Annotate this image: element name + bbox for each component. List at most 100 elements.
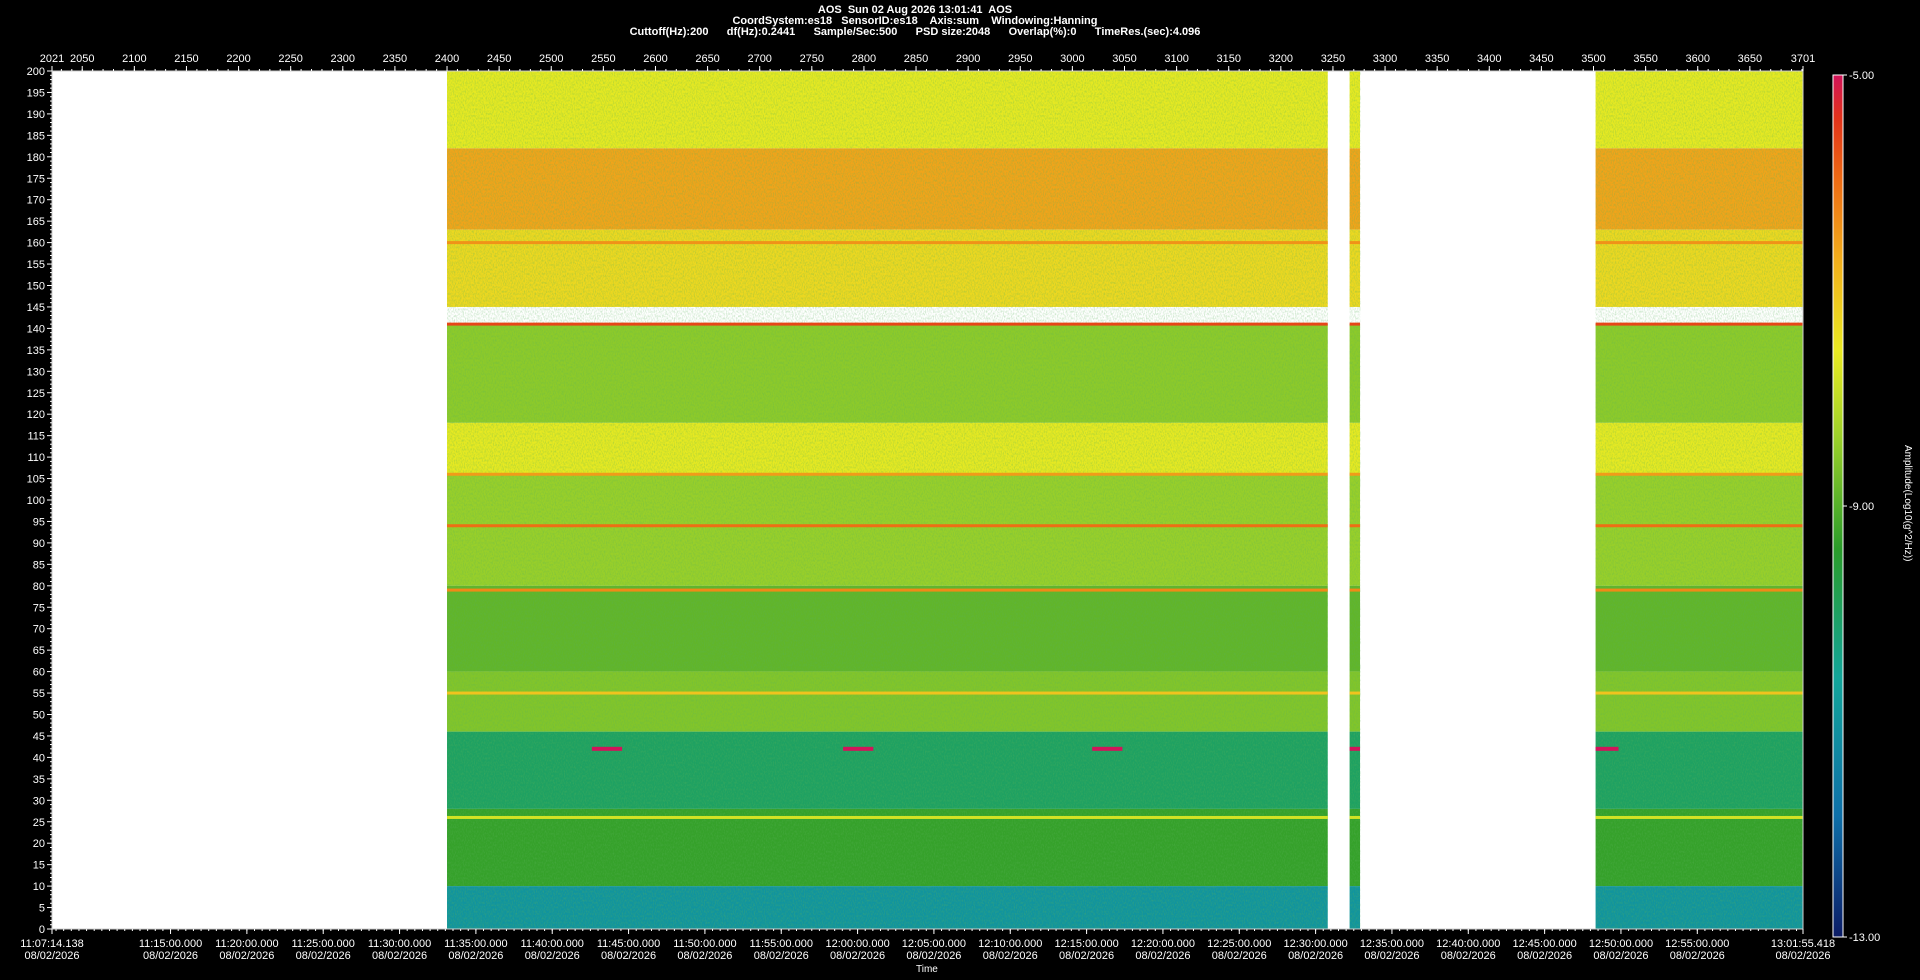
- y-tick-label: 25: [33, 817, 45, 829]
- time-tick-label: 11:35:00.000: [444, 938, 507, 950]
- event-marker: [591, 746, 623, 751]
- y-tick-label: 180: [27, 152, 45, 164]
- event-marker: [843, 746, 874, 751]
- colorbar-tick-label: -13.00: [1849, 932, 1880, 944]
- top-tick-label: 2500: [539, 53, 563, 65]
- top-tick-label: 3450: [1529, 53, 1553, 65]
- y-tick-label: 195: [27, 87, 45, 99]
- data-segment: [1349, 71, 1361, 929]
- top-tick-label: 2600: [643, 53, 667, 65]
- spectral-line: [1349, 815, 1361, 819]
- spectral-line: [1595, 322, 1803, 326]
- top-tick-label: 2950: [1008, 53, 1032, 65]
- spectrogram-chart: 0 5 10 15 20 25 30 35 40 45 50 55 60 65 70 75 80 85 90 95 10…: [20, 53, 1880, 962]
- date-tick-label: 08/02/2026: [983, 950, 1038, 962]
- top-tick-label: 2900: [956, 53, 980, 65]
- y-tick-label: 170: [27, 195, 45, 207]
- date-tick-label: 08/02/2026: [296, 950, 351, 962]
- spectral-line: [1349, 524, 1361, 528]
- spectral-line: [447, 815, 1328, 819]
- spectral-line: [447, 472, 1328, 476]
- date-tick-label: 08/02/2026: [754, 950, 809, 962]
- spectral-line: [447, 322, 1328, 326]
- spectral-line: [1349, 588, 1361, 592]
- y-tick-label: 85: [33, 559, 45, 571]
- top-tick-label: 2050: [70, 53, 94, 65]
- spectral-line: [447, 691, 1328, 695]
- date-tick-label: 08/02/2026: [677, 950, 732, 962]
- time-tick-label: 12:15:00.000: [1054, 938, 1118, 950]
- date-tick-label: 08/02/2026: [1441, 950, 1496, 962]
- top-tick-label: 2400: [435, 53, 459, 65]
- event-marker: [1349, 746, 1361, 751]
- event-marker: [1092, 746, 1123, 751]
- top-tick-label: 3250: [1321, 53, 1345, 65]
- data-segment: [447, 71, 1328, 929]
- y-tick-label: 0: [39, 924, 45, 936]
- spectral-line: [1349, 472, 1361, 476]
- top-tick-label: 3100: [1164, 53, 1188, 65]
- top-tick-label: 2021: [40, 53, 64, 65]
- y-tick-label: 200: [27, 66, 45, 78]
- time-tick-label: 12:40:00.000: [1436, 938, 1500, 950]
- y-tick-label: 15: [33, 860, 45, 872]
- y-tick-label: 135: [27, 345, 45, 357]
- top-tick-label: 3200: [1269, 53, 1293, 65]
- time-tick-label: 12:25:00.000: [1207, 938, 1271, 950]
- date-tick-label: 08/02/2026: [24, 950, 79, 962]
- y-tick-label: 130: [27, 366, 45, 378]
- spectral-line: [1595, 241, 1803, 245]
- spectral-line: [447, 524, 1328, 528]
- time-tick-label: 11:25:00.000: [292, 938, 355, 950]
- time-tick-label: 11:50:00.000: [673, 938, 736, 950]
- top-tick-label: 2150: [174, 53, 198, 65]
- spectral-line: [1595, 472, 1803, 476]
- date-tick-label: 08/02/2026: [1364, 950, 1419, 962]
- top-tick-label: 2800: [852, 53, 876, 65]
- y-tick-label: 150: [27, 281, 45, 293]
- y-tick-label: 120: [27, 409, 45, 421]
- y-tick-label: 10: [33, 881, 45, 893]
- time-tick-label: 12:45:00.000: [1513, 938, 1577, 950]
- date-tick-label: 08/02/2026: [601, 950, 656, 962]
- y-tick-label: 45: [33, 731, 45, 743]
- time-tick-label: 12:50:00.000: [1589, 938, 1653, 950]
- noise-overlay: [1595, 71, 1803, 929]
- time-tick-label: 12:05:00.000: [902, 938, 966, 950]
- date-tick-label: 08/02/2026: [1059, 950, 1114, 962]
- colorbar-tick-label: -9.00: [1849, 501, 1874, 513]
- spectral-line: [1349, 691, 1361, 695]
- top-tick-label: 2550: [591, 53, 615, 65]
- top-tick-label: 3550: [1633, 53, 1657, 65]
- y-tick-label: 140: [27, 323, 45, 335]
- noise-overlay: [447, 71, 1328, 929]
- y-tick-label: 125: [27, 388, 45, 400]
- y-tick-label: 175: [27, 173, 45, 185]
- top-tick-label: 2300: [331, 53, 355, 65]
- spectral-line: [1595, 815, 1803, 819]
- y-tick-label: 115: [27, 431, 45, 443]
- top-tick-label: 2700: [747, 53, 771, 65]
- time-tick-label: 12:20:00.000: [1131, 938, 1195, 950]
- y-tick-label: 100: [27, 495, 45, 507]
- y-tick-label: 190: [27, 109, 45, 121]
- date-tick-label: 08/02/2026: [1288, 950, 1343, 962]
- y-tick-label: 20: [33, 838, 45, 850]
- top-tick-label: 2750: [800, 53, 824, 65]
- date-tick-label: 08/02/2026: [1135, 950, 1190, 962]
- y-tick-label: 155: [27, 259, 45, 271]
- y-tick-label: 5: [39, 903, 45, 915]
- top-tick-label: 3300: [1373, 53, 1397, 65]
- top-tick-label: 3701: [1791, 53, 1815, 65]
- spectral-line: [1595, 691, 1803, 695]
- top-tick-label: 3350: [1425, 53, 1449, 65]
- y-tick-label: 90: [33, 538, 45, 550]
- time-tick-label: 11:30:00.000: [368, 938, 431, 950]
- date-tick-label: 08/02/2026: [1212, 950, 1267, 962]
- date-tick-label: 08/02/2026: [525, 950, 580, 962]
- y-tick-label: 35: [33, 774, 45, 786]
- top-tick-label: 3150: [1216, 53, 1240, 65]
- y-tick-label: 60: [33, 667, 45, 679]
- time-tick-label: 11:55:00.000: [750, 938, 813, 950]
- time-tick-label: 11:45:00.000: [597, 938, 660, 950]
